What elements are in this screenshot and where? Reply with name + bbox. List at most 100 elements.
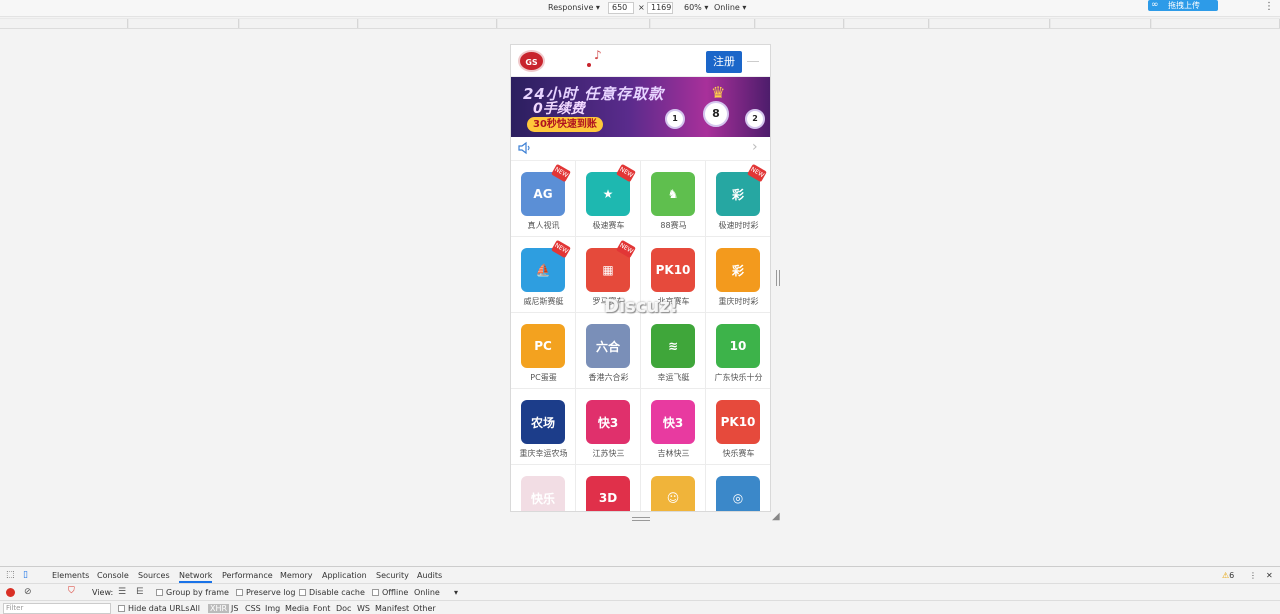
tab-console[interactable]: Console <box>97 571 129 580</box>
type-filter-media[interactable]: Media <box>285 604 309 613</box>
promo-banner[interactable]: 24小时 任意存取款 0手续费 30秒快速到账 ♛ 1 8 2 <box>511 77 770 137</box>
media-query-bar[interactable] <box>0 18 1280 29</box>
game-tile[interactable]: 六合 香港六合彩 <box>576 313 641 389</box>
upload-button[interactable]: ∞ 拖拽上传 <box>1148 0 1218 11</box>
game-tile[interactable]: ♞ 88赛马 <box>641 161 706 237</box>
tab-elements[interactable]: Elements <box>52 571 89 580</box>
music-note-icon: ♪ <box>594 48 602 62</box>
chevron-down-icon[interactable]: ▾ <box>454 588 458 597</box>
resize-handle-corner[interactable]: ◢ <box>772 512 782 522</box>
game-tile[interactable]: 快3 吉林快三 <box>641 389 706 465</box>
device-mode-select[interactable]: Responsive ▾ <box>548 3 600 12</box>
notice-bar[interactable]: › <box>511 137 770 161</box>
game-tile[interactable]: 彩 NEW 极速时时彩 <box>706 161 770 237</box>
offline-checkbox[interactable]: Offline <box>372 588 408 597</box>
game-tile[interactable]: ◎ <box>706 465 770 511</box>
type-filter-xhr[interactable]: XHR <box>208 604 230 613</box>
view-label: View: <box>92 588 114 597</box>
network-toolbar: ⊘ ⛉ View: ☰ ⋿ Group by frame Preserve lo… <box>0 585 1280 601</box>
game-icon: 六合 <box>586 324 630 368</box>
game-label: 重庆时时彩 <box>718 297 759 306</box>
zoom-select[interactable]: 60% ▾ <box>684 3 708 12</box>
record-icon[interactable] <box>6 588 15 597</box>
tab-memory[interactable]: Memory <box>280 571 313 580</box>
type-filter-other[interactable]: Other <box>413 604 436 613</box>
game-icon: ♞ <box>651 172 695 216</box>
game-label: 88赛马 <box>660 221 687 230</box>
disable-cache-checkbox[interactable]: Disable cache <box>299 588 365 597</box>
tab-security[interactable]: Security <box>376 571 409 580</box>
game-icon: PK10 <box>651 248 695 292</box>
game-label: 极速时时彩 <box>718 221 759 230</box>
type-filter-img[interactable]: Img <box>265 604 280 613</box>
chevron-right-icon[interactable]: › <box>752 139 758 155</box>
type-filter-css[interactable]: CSS <box>245 604 261 613</box>
device-height-input[interactable]: 1169 <box>647 2 673 14</box>
preserve-log-checkbox[interactable]: Preserve log <box>236 588 296 597</box>
network-throttle-select[interactable]: Online ▾ <box>714 3 746 12</box>
game-icon: PK10 <box>716 400 760 444</box>
game-tile[interactable]: ☺ <box>641 465 706 511</box>
game-tile[interactable]: AG NEW 真人视讯 <box>511 161 576 237</box>
hide-data-urls-checkbox[interactable]: Hide data URLs <box>118 604 189 613</box>
network-filter-bar: Filter Hide data URLs All XHR JS CSS Img… <box>0 602 1280 614</box>
type-filter-all[interactable]: All <box>190 604 200 613</box>
game-tile[interactable]: 10 广东快乐十分 <box>706 313 770 389</box>
type-filter-js[interactable]: JS <box>231 604 238 613</box>
tab-performance[interactable]: Performance <box>222 571 273 580</box>
lottery-ball: 1 <box>665 109 685 129</box>
game-icon: 快3 <box>651 400 695 444</box>
game-label: 重庆幸运农场 <box>519 449 568 458</box>
game-label: 江苏快三 <box>592 449 625 458</box>
filter-icon[interactable]: ⛉ <box>68 586 75 596</box>
game-tile[interactable]: ⛵ NEW 威尼斯赛艇 <box>511 237 576 313</box>
game-tile[interactable]: ★ NEW 极速赛车 <box>576 161 641 237</box>
banner-tagline: 30秒快速到账 <box>527 117 603 132</box>
game-label: 幸运飞艇 <box>657 373 690 382</box>
watermark-logo: Discuz! <box>604 296 678 317</box>
tab-audits[interactable]: Audits <box>417 571 442 580</box>
type-filter-ws[interactable]: WS <box>357 604 370 613</box>
tab-network[interactable]: Network <box>179 571 213 583</box>
device-toolbar-icon[interactable]: ▯ <box>23 570 28 580</box>
game-tile[interactable]: PC PC蛋蛋 <box>511 313 576 389</box>
game-tile[interactable]: ≋ 幸运飞艇 <box>641 313 706 389</box>
game-icon: ☺ <box>651 476 695 511</box>
game-icon: 快3 <box>586 400 630 444</box>
inspect-element-icon[interactable]: ⬚ <box>6 570 15 580</box>
devtools-tabbar: ⬚ ▯ Elements Console Sources Network Per… <box>0 567 1280 584</box>
game-tile[interactable]: 彩重庆时时彩 <box>706 237 770 313</box>
crown-icon: ♛ <box>711 83 726 102</box>
game-tile[interactable]: 快3 江苏快三 <box>576 389 641 465</box>
site-logo[interactable]: GS <box>518 50 545 72</box>
game-icon: 彩 <box>716 248 760 292</box>
menu-icon[interactable] <box>747 61 759 62</box>
game-icon: 10 <box>716 324 760 368</box>
register-button[interactable]: 注册 <box>706 51 742 73</box>
filter-input[interactable]: Filter <box>3 603 111 614</box>
game-tile[interactable]: 农场 重庆幸运农场 <box>511 389 576 465</box>
resize-handle-bottom[interactable] <box>632 517 650 521</box>
devtools-menu-icon[interactable]: ⋮ <box>1249 571 1257 580</box>
type-filter-manifest[interactable]: Manifest <box>375 604 409 613</box>
waterfall-view-icon[interactable]: ⋿ <box>136 587 144 597</box>
logo-dot-icon <box>587 63 591 67</box>
resize-handle-right[interactable] <box>776 270 780 286</box>
group-by-frame-checkbox[interactable]: Group by frame <box>156 588 229 597</box>
type-filter-font[interactable]: Font <box>313 604 330 613</box>
list-view-icon[interactable]: ☰ <box>118 587 126 597</box>
throttle-select[interactable]: Online <box>414 588 440 597</box>
device-toolbar: Responsive ▾ 650 × 1169 60% ▾ Online ▾ ∞… <box>0 0 1280 17</box>
type-filter-doc[interactable]: Doc <box>336 604 351 613</box>
infinity-icon: ∞ <box>1151 0 1159 10</box>
close-icon[interactable]: ✕ <box>1266 571 1273 580</box>
tab-application[interactable]: Application <box>322 571 367 580</box>
game-tile[interactable]: PK10 快乐赛车 <box>706 389 770 465</box>
clear-icon[interactable]: ⊘ <box>24 587 32 597</box>
game-tile[interactable]: 快乐 <box>511 465 576 511</box>
more-options-icon[interactable]: ⋮ <box>1264 1 1274 12</box>
warning-badge[interactable]: ⚠6 <box>1222 571 1234 580</box>
device-width-input[interactable]: 650 <box>608 2 634 14</box>
game-tile[interactable]: 3D <box>576 465 641 511</box>
tab-sources[interactable]: Sources <box>138 571 170 580</box>
